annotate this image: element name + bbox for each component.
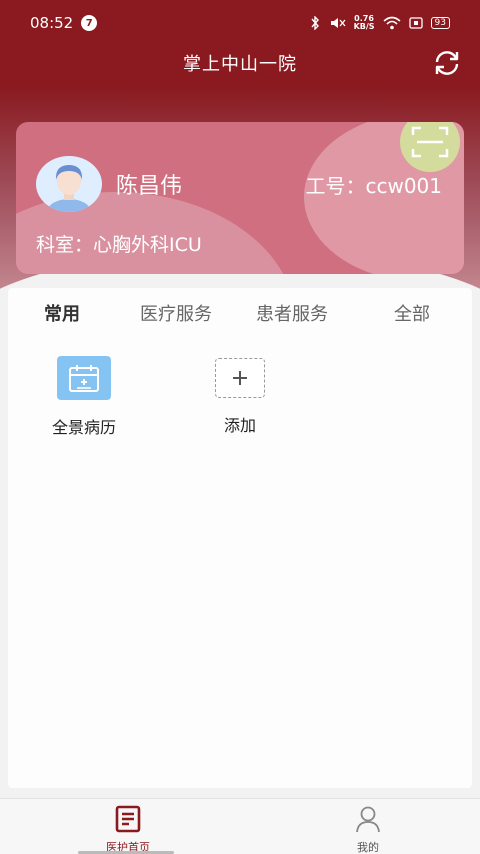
tab-medical-service[interactable]: 医疗服务 [140, 300, 212, 326]
sim-icon [408, 17, 423, 29]
tab-patient-service[interactable]: 患者服务 [256, 300, 328, 326]
net-speed: 0.76 KB/S [354, 15, 375, 31]
wifi-icon [383, 16, 401, 30]
refresh-button[interactable] [430, 46, 464, 80]
bluetooth-icon [310, 16, 320, 30]
avatar[interactable] [36, 156, 102, 212]
refresh-icon [435, 51, 459, 75]
nav-profile[interactable]: 我的 [308, 805, 428, 854]
scan-icon [411, 126, 449, 158]
app-label: 全景病历 [51, 418, 116, 437]
user-card: 陈昌伟 工号：ccw001 科室：心胸外科ICU [16, 122, 464, 274]
main-panel: 常用 医疗服务 患者服务 全部 全景病历 添加 [8, 288, 472, 788]
add-app-button[interactable]: 添加 [190, 358, 290, 436]
tab-common[interactable]: 常用 [44, 300, 80, 326]
status-right: 0.76 KB/S 93 [310, 15, 450, 31]
status-left: 08:52 7 [30, 14, 98, 32]
calendar-record-icon [69, 365, 99, 392]
category-tabs: 常用 医疗服务 患者服务 全部 [8, 300, 472, 330]
app-panorama-record[interactable]: 全景病历 [34, 356, 134, 438]
document-list-icon [115, 805, 141, 833]
plus-icon [233, 371, 247, 385]
mute-icon [328, 16, 346, 30]
user-name: 陈昌伟 [116, 174, 183, 199]
department: 科室：心胸外科ICU [36, 234, 202, 256]
page-title: 掌上中山一院 [183, 54, 297, 75]
title-bar: 掌上中山一院 [0, 46, 480, 80]
staff-id: 工号：ccw001 [305, 174, 442, 198]
nav-label: 我的 [357, 841, 379, 854]
tab-all[interactable]: 全部 [394, 300, 430, 326]
net-speed-unit: KB/S [353, 22, 375, 31]
person-icon [356, 806, 380, 833]
doctor-avatar-icon [47, 165, 91, 212]
app-icon [57, 356, 111, 400]
app-icon [215, 358, 265, 398]
nav-home[interactable]: 医护首页 [68, 805, 188, 854]
status-bar: 08:52 7 0.76 KB/S 93 [0, 0, 480, 46]
notification-badge: 7 [81, 15, 98, 31]
battery-indicator: 93 [430, 17, 450, 29]
status-time: 08:52 [30, 14, 74, 32]
bottom-nav: 医护首页 我的 [0, 798, 480, 854]
app-label: 添加 [223, 416, 256, 435]
